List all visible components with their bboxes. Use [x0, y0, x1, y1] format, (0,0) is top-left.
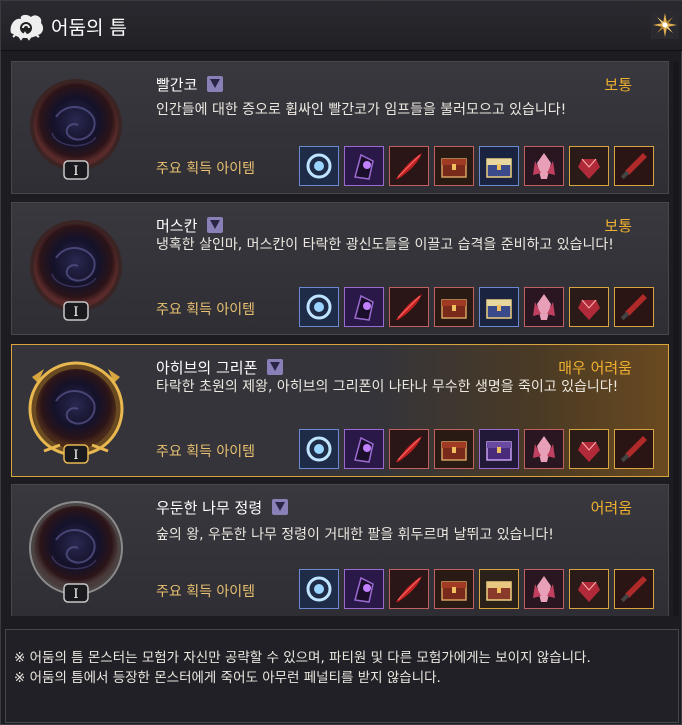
treasure-chest-icon[interactable]: [434, 287, 474, 327]
expand-chevron-icon[interactable]: [272, 499, 289, 515]
dark-crystal-icon[interactable]: [344, 569, 384, 609]
red-crystal-icon[interactable]: [524, 146, 564, 186]
dagger-icon[interactable]: [614, 287, 654, 327]
rift-name: 아히브의 그리폰: [156, 357, 284, 378]
rift-name-text: 빨간코: [156, 76, 198, 94]
difficulty-label: 어려움: [590, 499, 632, 517]
blue-chest-icon[interactable]: [479, 287, 519, 327]
items-label: 주요 획득 아이템: [156, 161, 256, 177]
treasure-chest-icon[interactable]: [434, 569, 474, 609]
treasure-chest-icon[interactable]: [434, 146, 474, 186]
items-label: 주요 획득 아이템: [156, 584, 256, 600]
red-crystal-icon[interactable]: [524, 287, 564, 327]
red-gem-icon[interactable]: [569, 146, 609, 186]
compass-star-icon[interactable]: [651, 11, 679, 39]
dark-crystal-icon[interactable]: [344, 146, 384, 186]
dark-rift-emblem-icon: [10, 14, 44, 41]
dagger-icon[interactable]: [614, 569, 654, 609]
treasure-chest-icon[interactable]: [434, 429, 474, 469]
orb-ring-icon[interactable]: [299, 569, 339, 609]
rift-card-rednose[interactable]: I 빨간코 보통 인간들에 대한 증오로 휩싸인 빨간코가 임프들을 불러모으고…: [11, 61, 669, 194]
title-bar: 어둠의 틈: [1, 1, 682, 51]
difficulty-label: 보통: [604, 217, 632, 235]
dark-portal-icon: I: [30, 79, 122, 180]
items-label: 주요 획득 아이템: [156, 444, 256, 460]
svg-text:I: I: [73, 448, 78, 463]
rift-list: I 빨간코 보통 인간들에 대한 증오로 휩싸인 빨간코가 임프들을 불러모으고…: [11, 61, 671, 616]
rift-description: 냉혹한 살인마, 머스칸이 타락한 광신도들을 이끌고 습격을 준비하고 있습니…: [156, 237, 614, 253]
purple-chest-icon[interactable]: [479, 429, 519, 469]
reward-items: [299, 429, 654, 469]
reward-items: [299, 146, 654, 186]
orb-ring-icon[interactable]: [299, 146, 339, 186]
red-feather-icon[interactable]: [389, 569, 429, 609]
notice-line-2: ※ 어둠의 틈에서 등장한 몬스터에게 죽어도 아무런 페널티를 받지 않습니다…: [14, 670, 441, 686]
rift-window: 어둠의 틈 I 빨간코 보통 인간들에 대한 증오로 휩싸인 빨간코가 임프들을…: [0, 0, 682, 725]
svg-text:I: I: [73, 587, 78, 602]
notice-line-1: ※ 어둠의 틈 몬스터는 모험가 자신만 공략할 수 있으며, 파티원 및 다른…: [14, 650, 591, 666]
notice-box: ※ 어둠의 틈 몬스터는 모험가 자신만 공략할 수 있으며, 파티원 및 다른…: [5, 629, 679, 723]
gold-portal-icon: I: [28, 361, 124, 464]
rift-name: 머스칸: [156, 215, 224, 236]
dagger-icon[interactable]: [614, 146, 654, 186]
dark-crystal-icon[interactable]: [344, 429, 384, 469]
orb-ring-icon[interactable]: [299, 429, 339, 469]
dark-portal-icon: I: [29, 501, 123, 603]
red-feather-icon[interactable]: [389, 429, 429, 469]
rift-card-muscan[interactable]: I 머스칸 보통 냉혹한 살인마, 머스칸이 타락한 광신도들을 이끌고 습격을…: [11, 202, 669, 335]
scrollbar[interactable]: [673, 61, 679, 616]
blue-chest-icon[interactable]: [479, 146, 519, 186]
red-gem-icon[interactable]: [569, 569, 609, 609]
difficulty-label: 매우 어려움: [558, 359, 632, 377]
rift-description: 숲의 왕, 우둔한 나무 정령이 거대한 팔을 휘두르며 날뛰고 있습니다!: [156, 527, 554, 543]
expand-chevron-icon[interactable]: [267, 359, 284, 375]
rift-name: 빨간코: [156, 74, 224, 95]
rift-card-griffon[interactable]: I 아히브의 그리폰 매우 어려움 타락한 초원의 제왕, 아히브의 그리폰이 …: [11, 344, 669, 477]
svg-text:I: I: [73, 164, 78, 179]
expand-chevron-icon[interactable]: [207, 217, 224, 233]
svg-text:I: I: [73, 305, 78, 320]
difficulty-label: 보통: [604, 76, 632, 94]
red-crystal-icon[interactable]: [524, 429, 564, 469]
rift-description: 타락한 초원의 제왕, 아히브의 그리폰이 나타나 무수한 생명을 죽이고 있습…: [156, 379, 619, 395]
rift-description: 인간들에 대한 증오로 휩싸인 빨간코가 임프들을 불러모으고 있습니다!: [156, 102, 567, 118]
dark-crystal-icon[interactable]: [344, 287, 384, 327]
rift-name-text: 아히브의 그리폰: [156, 359, 258, 377]
red-gem-icon[interactable]: [569, 287, 609, 327]
reward-items: [299, 569, 654, 609]
dagger-icon[interactable]: [614, 429, 654, 469]
window-title: 어둠의 틈: [51, 17, 127, 39]
rift-name: 우둔한 나무 정령: [156, 497, 289, 518]
red-feather-icon[interactable]: [389, 146, 429, 186]
reward-items: [299, 287, 654, 327]
items-label: 주요 획득 아이템: [156, 302, 256, 318]
red-feather-icon[interactable]: [389, 287, 429, 327]
rift-name-text: 머스칸: [156, 217, 198, 235]
rift-name-text: 우둔한 나무 정령: [156, 499, 263, 517]
rift-card-treant[interactable]: I 우둔한 나무 정령 어려움 숲의 왕, 우둔한 나무 정령이 거대한 팔을 …: [11, 484, 669, 616]
red-crystal-icon[interactable]: [524, 569, 564, 609]
gold-chest-icon[interactable]: [479, 569, 519, 609]
orb-ring-icon[interactable]: [299, 287, 339, 327]
expand-chevron-icon[interactable]: [207, 76, 224, 92]
dark-portal-icon: I: [30, 220, 122, 321]
red-gem-icon[interactable]: [569, 429, 609, 469]
